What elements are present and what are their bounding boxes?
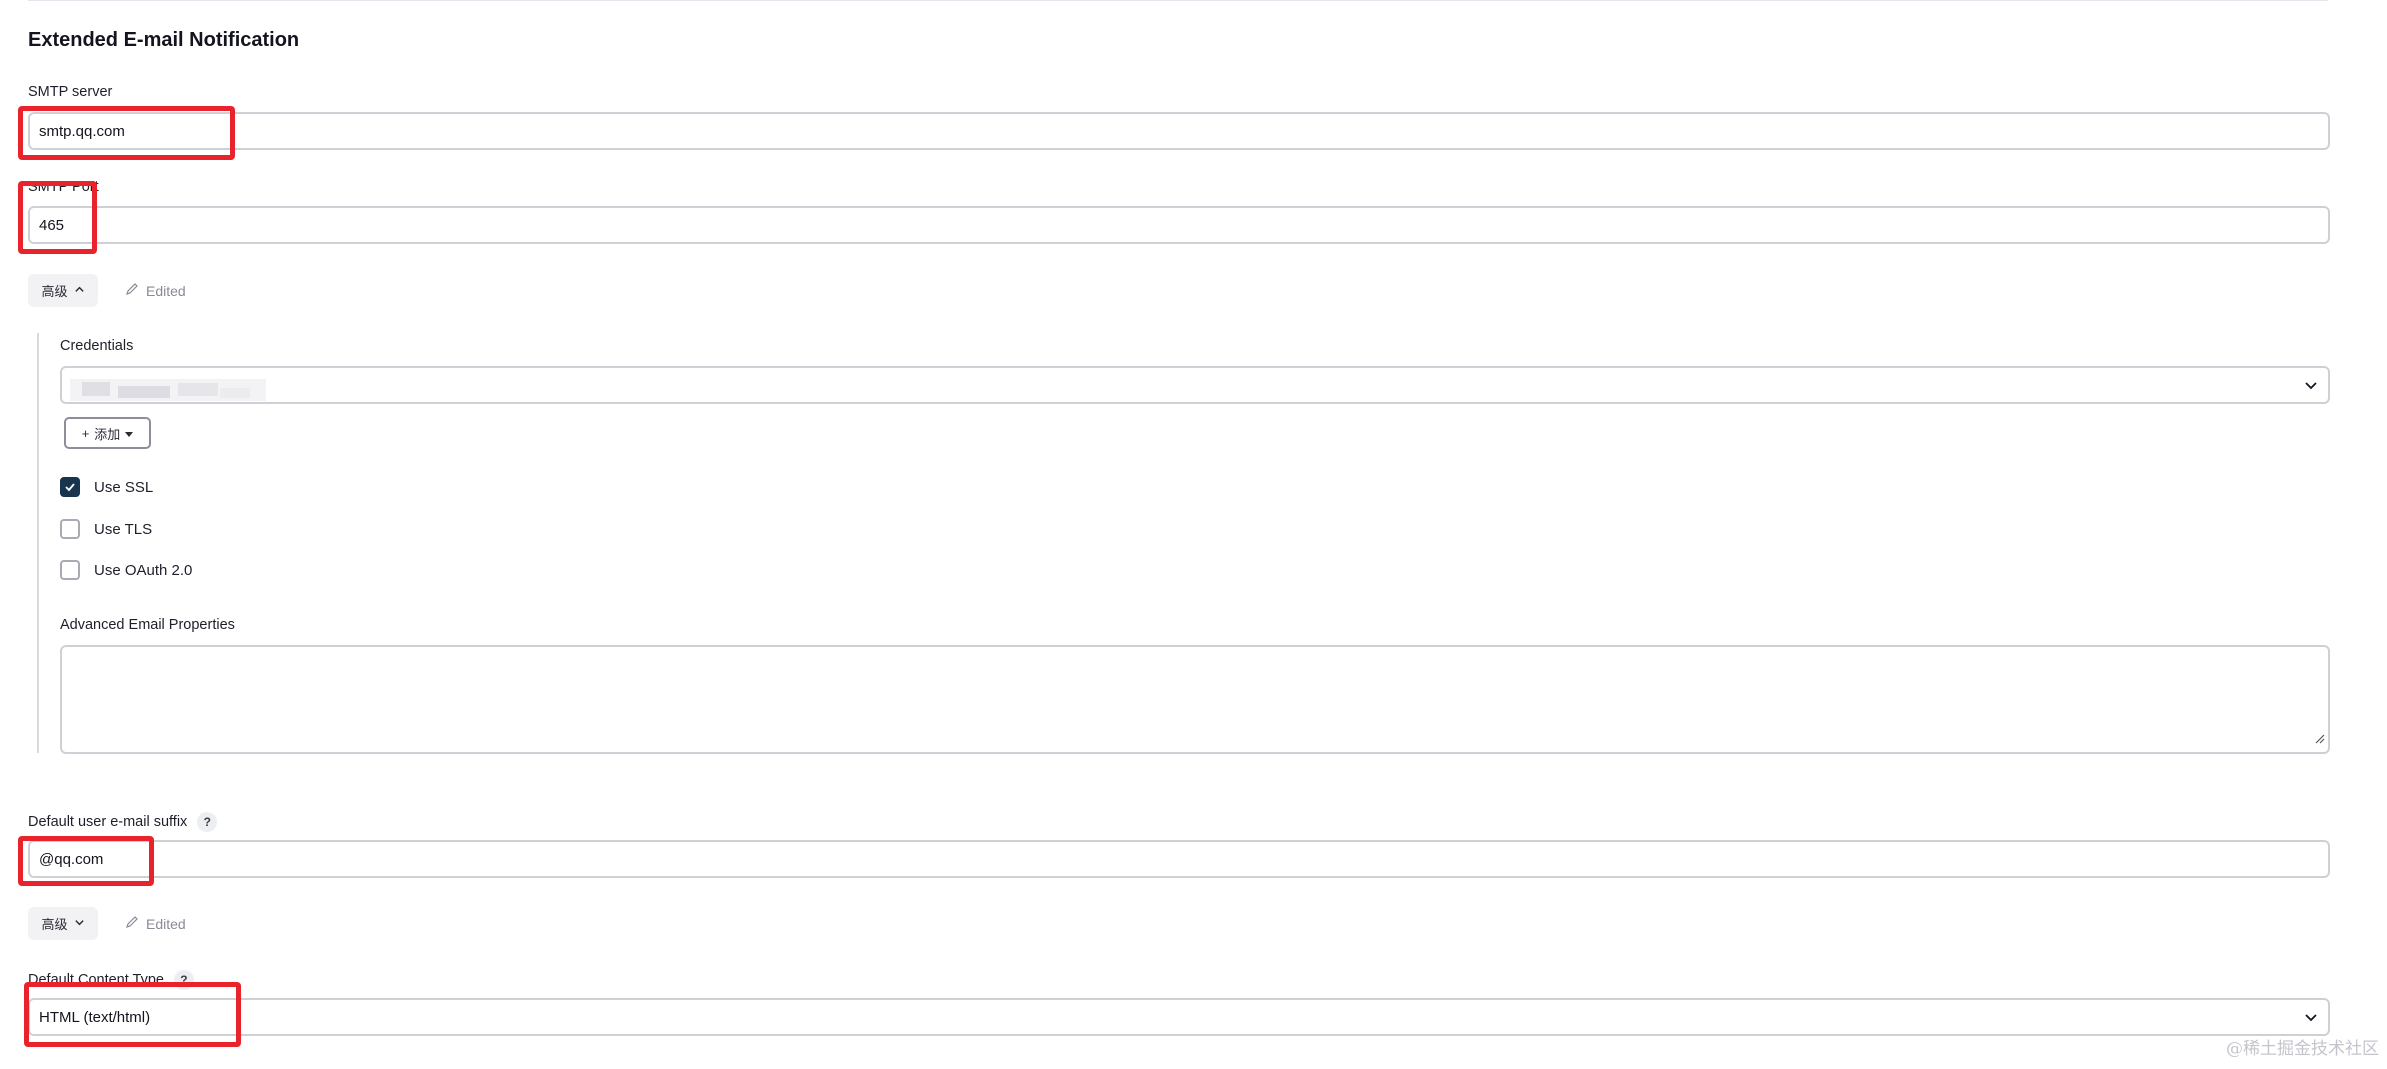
edited-indicator: Edited	[125, 282, 186, 299]
use-oauth-label: Use OAuth 2.0	[94, 561, 193, 579]
advanced-toggle-button-2[interactable]: 高级	[28, 907, 98, 940]
default-content-type-value: HTML (text/html)	[39, 1008, 151, 1026]
default-content-type-select[interactable]: HTML (text/html)	[28, 998, 2330, 1036]
caret-down-icon	[125, 426, 134, 441]
default-suffix-input[interactable]: @qq.com	[28, 840, 2330, 878]
smtp-port-label: SMTP Port	[28, 179, 99, 195]
watermark: @稀土掘金技术社区	[2226, 1039, 2379, 1059]
default-suffix-value: @qq.com	[39, 850, 104, 868]
use-ssl-checkbox[interactable]	[60, 477, 80, 497]
redacted-credential	[70, 379, 266, 401]
edited-label-2: Edited	[146, 915, 186, 932]
edited-label: Edited	[146, 282, 186, 299]
pencil-icon	[125, 915, 139, 932]
section-title: Extended E-mail Notification	[28, 29, 300, 51]
use-tls-label: Use TLS	[94, 520, 153, 538]
edited-indicator-2: Edited	[125, 915, 186, 932]
advanced-email-properties-label: Advanced Email Properties	[60, 617, 235, 633]
credentials-select[interactable]	[60, 366, 2330, 404]
add-label: 添加	[94, 426, 121, 442]
advanced-toggle-label: 高级	[41, 284, 68, 299]
add-credentials-button[interactable]: + 添加	[64, 417, 151, 449]
use-ssl-option[interactable]: Use SSL	[60, 477, 153, 497]
smtp-port-input[interactable]: 465	[28, 206, 2330, 244]
default-content-type-label: Default Content Type	[28, 972, 164, 988]
top-divider	[28, 0, 2328, 1]
use-oauth-checkbox[interactable]	[60, 560, 80, 580]
use-oauth-option[interactable]: Use OAuth 2.0	[60, 560, 192, 580]
plus-icon: +	[81, 425, 90, 441]
help-icon[interactable]: ?	[173, 970, 194, 990]
advanced-toggle-label-2: 高级	[41, 917, 68, 932]
use-tls-option[interactable]: Use TLS	[60, 519, 152, 539]
smtp-server-label: SMTP server	[28, 84, 113, 100]
smtp-server-value: smtp.qq.com	[39, 122, 125, 140]
default-suffix-label: Default user e-mail suffix	[28, 814, 188, 830]
default-suffix-label-row: Default user e-mail suffix ?	[28, 812, 218, 832]
advanced-email-properties-textarea[interactable]	[60, 645, 2330, 754]
chevron-down-icon	[2304, 378, 2318, 392]
smtp-port-value: 465	[39, 216, 65, 234]
smtp-server-input[interactable]: smtp.qq.com	[28, 112, 2330, 150]
use-ssl-label: Use SSL	[94, 478, 154, 496]
default-content-type-label-row: Default Content Type ?	[28, 970, 194, 990]
credentials-label: Credentials	[60, 338, 134, 354]
resize-handle-icon[interactable]	[2313, 731, 2325, 749]
advanced-section-rail	[37, 333, 39, 753]
checkmark-icon	[65, 483, 75, 492]
advanced-toggle-button[interactable]: 高级	[28, 274, 98, 307]
chevron-up-icon	[74, 283, 85, 298]
use-tls-checkbox[interactable]	[60, 519, 80, 539]
help-icon[interactable]: ?	[197, 812, 218, 832]
chevron-down-icon	[74, 916, 85, 931]
chevron-down-icon	[2304, 1010, 2318, 1024]
pencil-icon	[125, 282, 139, 299]
